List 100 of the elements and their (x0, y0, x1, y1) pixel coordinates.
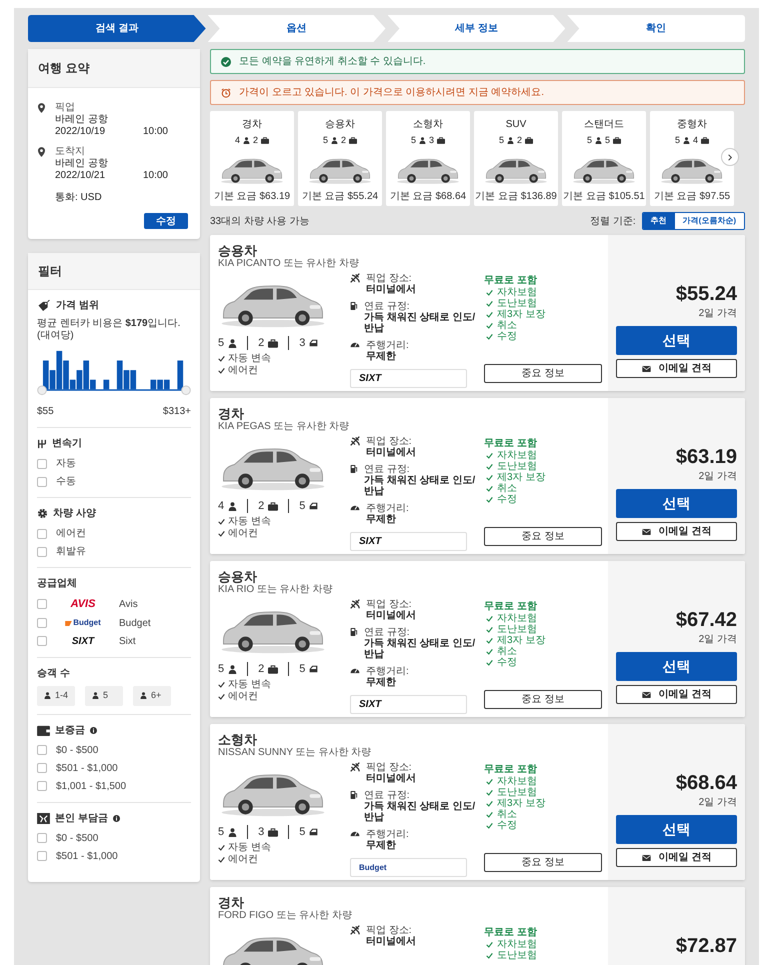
category-card[interactable]: 스탠더드 5 5 기본 요금 $105.51 (562, 111, 646, 206)
info-label: 픽업 장소: (366, 599, 412, 610)
person-icon (419, 137, 426, 144)
important-info-button[interactable]: 중요 정보 (484, 853, 602, 872)
sixt-logo: SIXT (359, 535, 382, 549)
door-count: 5 (299, 499, 306, 514)
checkbox[interactable] (37, 599, 47, 610)
passenger-button[interactable]: 1-4 (37, 686, 76, 706)
suitcase-icon (268, 502, 278, 511)
checkbox[interactable] (37, 458, 47, 468)
seat-count: 5 (410, 134, 416, 147)
category-card[interactable]: 소형차 5 3 기본 요금 $68.64 (386, 111, 470, 206)
sort-option[interactable]: 추천 (642, 213, 675, 229)
category-card[interactable]: SUV 5 2 기본 요금 $136.89 (474, 111, 558, 206)
bag-count: 4 (693, 134, 698, 147)
info-value: 터미널에서 (366, 610, 416, 621)
edit-button[interactable]: 수정 (144, 213, 188, 229)
category-card[interactable]: 중형차 5 4 기본 요금 $97.55 (650, 111, 734, 206)
select-button[interactable]: 선택 (616, 489, 737, 518)
select-button[interactable]: 선택 (616, 815, 737, 844)
door-count: 5 (299, 662, 306, 677)
checkbox[interactable] (37, 528, 47, 538)
option-label: Budget (119, 616, 151, 630)
important-info-button[interactable]: 중요 정보 (484, 364, 602, 383)
email-quote-button[interactable]: 이메일 견적 (616, 685, 737, 704)
checkbox[interactable] (37, 833, 47, 843)
seat-count: 5 (586, 134, 592, 147)
category-card[interactable]: 승용차 5 2 기본 요금 $55.24 (298, 111, 382, 206)
included-item: 도난보험 (497, 950, 537, 961)
car-category: 경차 (218, 406, 244, 421)
base-price: 기본 요금 $97.55 (654, 190, 730, 204)
feature-text: 에어컨 (228, 364, 258, 376)
select-button[interactable]: 선택 (616, 652, 737, 681)
info-value: 무제한 (366, 840, 396, 851)
person-icon (228, 338, 238, 348)
included-item: 자차보험 (497, 613, 537, 624)
passenger-button[interactable]: 5 (85, 686, 124, 706)
category-name: 소형차 (413, 118, 443, 132)
checkbox[interactable] (37, 763, 47, 773)
category-card[interactable]: 경차 4 2 기본 요금 $63.19 (210, 111, 294, 206)
budget-mark-icon (65, 620, 72, 626)
select-button[interactable]: 선택 (616, 326, 737, 355)
checkbox[interactable] (37, 546, 47, 556)
step-tab[interactable]: 확인 (567, 15, 745, 42)
checkbox[interactable] (37, 781, 47, 791)
time-text: 10:00 (142, 170, 168, 182)
email-quote-button[interactable]: 이메일 견적 (616, 522, 737, 541)
suitcase-icon (268, 828, 278, 837)
seat-count: 5 (218, 336, 224, 351)
location-label: 도착지 (55, 146, 86, 158)
sixt-logo: SIXT (72, 634, 94, 648)
bag-count: 5 (605, 134, 610, 147)
important-info-button[interactable]: 중요 정보 (484, 690, 602, 709)
gear-shift-icon (37, 438, 47, 448)
fuel-pump-icon (350, 790, 358, 800)
suitcase-icon (437, 137, 446, 144)
location-label: 픽업 (55, 102, 76, 114)
included-item: 수정 (497, 820, 517, 831)
car-price: $67.42 (676, 609, 737, 631)
alarm-clock-icon (221, 88, 231, 98)
option-label: Avis (119, 598, 138, 612)
bag-count: 2 (253, 134, 258, 147)
fuel-pump-icon (350, 301, 358, 311)
suitcase-icon (261, 137, 270, 144)
option-label: 자동 (56, 457, 76, 471)
included-item: 자차보험 (497, 287, 537, 298)
checkbox[interactable] (37, 476, 47, 486)
step-tab[interactable]: 세부 정보 (388, 15, 566, 42)
checkbox[interactable] (37, 636, 47, 646)
base-price: 기본 요금 $63.19 (214, 190, 290, 204)
filter-heading: 본인 부담금 (55, 812, 108, 826)
speedometer-icon (350, 666, 360, 674)
settings-icon (37, 508, 48, 519)
filter-heading: 변속기 (52, 437, 82, 451)
info-label: 연료 규정: (364, 301, 410, 312)
email-quote-button[interactable]: 이메일 견적 (616, 848, 737, 867)
min-price: $55 (37, 405, 54, 419)
step-tab[interactable]: 옵션 (208, 15, 386, 42)
envelope-icon (642, 366, 651, 372)
email-quote-button[interactable]: 이메일 견적 (616, 359, 737, 378)
person-icon (140, 692, 148, 699)
checkbox[interactable] (37, 618, 47, 628)
info-label: 연료 규정: (364, 627, 410, 638)
passenger-button[interactable]: 6+ (133, 686, 172, 706)
pin-icon (38, 147, 45, 157)
door-count: 3 (299, 336, 306, 351)
wallet-icon (37, 724, 50, 736)
price-note: 2일 가격 (698, 797, 737, 809)
included-title: 무료로 포함 (484, 764, 537, 776)
next-button[interactable] (721, 148, 739, 166)
step-tab[interactable]: 검색 결과 (28, 15, 206, 42)
option-label: $501 - $1,000 (56, 850, 118, 864)
important-info-button[interactable]: 중요 정보 (484, 527, 602, 546)
checkbox[interactable] (37, 745, 47, 755)
car-model: NISSAN SUNNY 또는 유사한 차량 (218, 747, 372, 759)
check-circle-icon (221, 56, 231, 66)
car-price: $72.87 (676, 935, 737, 957)
feature-text: 자동 변속 (228, 516, 271, 526)
checkbox[interactable] (37, 851, 47, 861)
filter-heading: 가격 범위 (56, 299, 99, 313)
